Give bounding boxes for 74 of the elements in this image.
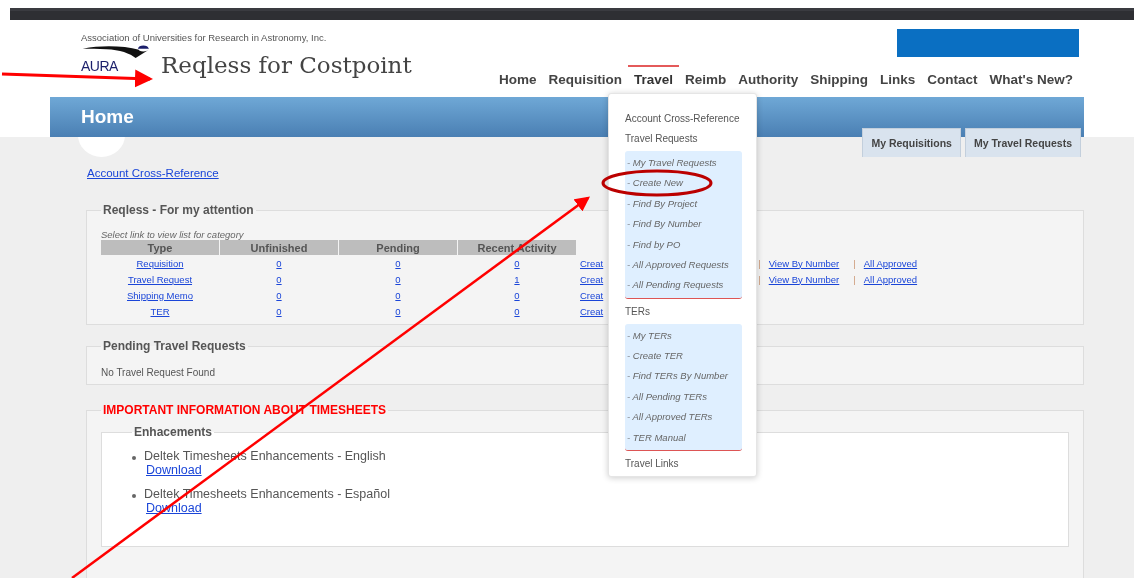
count-link[interactable]: 0	[514, 289, 520, 301]
bullet-icon	[132, 494, 136, 498]
tab[interactable]: My Travel Requests	[964, 128, 1081, 157]
nav-link[interactable]: Reimb	[679, 65, 733, 91]
count-link[interactable]: 0	[276, 305, 282, 317]
menu-item[interactable]: - Find By Project	[625, 193, 742, 215]
create-link[interactable]: Creat	[580, 305, 604, 317]
nav-link[interactable]: Requisition	[542, 65, 628, 91]
tab[interactable]: My Requisitions	[862, 128, 961, 157]
menu-item[interactable]: Travel Links	[625, 456, 679, 476]
type-link[interactable]: Travel Request	[127, 273, 193, 285]
count-link[interactable]: 0	[395, 273, 401, 285]
menu-item[interactable]: - All Approved TERs	[625, 407, 742, 428]
separator: |	[853, 273, 856, 285]
count-link[interactable]: 0	[276, 273, 282, 285]
count-link[interactable]: 0	[395, 305, 401, 317]
menu-item[interactable]: - My TERs	[625, 325, 742, 347]
menu-item[interactable]: - All Pending TERs	[625, 386, 742, 408]
count-link[interactable]: 0	[514, 257, 520, 269]
column-header: Unfinished	[220, 240, 338, 255]
menu-item[interactable]: - All Approved Requests	[625, 254, 742, 276]
create-link[interactable]: Creat	[580, 289, 604, 301]
panel-title: Reqless - For my attention	[102, 203, 255, 217]
menu-item[interactable]: - Create New	[625, 173, 742, 194]
nav-link[interactable]: Travel	[627, 65, 679, 91]
organization-name: Association of Universities for Research in Astronomy, Inc.	[81, 32, 328, 43]
count-link[interactable]: 0	[276, 289, 282, 301]
type-link[interactable]: Shipping Memo	[127, 289, 193, 301]
column-header: Type	[101, 240, 219, 255]
account-link[interactable]: Account Cross-Reference	[87, 167, 219, 179]
count-link[interactable]: 0	[395, 257, 401, 269]
separator: |	[758, 257, 761, 269]
action-link[interactable]: All Approved	[863, 273, 918, 285]
bullet-icon	[132, 456, 136, 460]
nav-link[interactable]: Links	[874, 65, 922, 91]
menu-heading: Travel Requests	[625, 132, 698, 146]
menu-item[interactable]: - Create TER	[625, 346, 742, 367]
nav-link[interactable]: What's New?	[983, 65, 1079, 91]
menu-item[interactable]: - My Travel Requests	[625, 152, 742, 174]
nav-link[interactable]: Authority	[732, 65, 805, 91]
menu-item[interactable]: - Find By Number	[625, 214, 742, 235]
download-link[interactable]: Download	[146, 463, 202, 477]
type-link[interactable]: TER	[150, 305, 170, 317]
menu-item[interactable]: - All Pending Requests	[625, 275, 742, 296]
hint-text: Select link to view list for category	[101, 229, 245, 240]
column-header: Pending	[339, 240, 457, 255]
separator: |	[853, 257, 856, 269]
swoosh-icon	[81, 45, 151, 59]
action-link[interactable]: View By Number	[768, 257, 840, 269]
logo[interactable]: AURA	[81, 45, 151, 73]
type-link[interactable]: Requisition	[136, 257, 184, 269]
menu-item[interactable]: Account Cross-Reference	[625, 111, 740, 131]
nav-link[interactable]: Shipping	[804, 65, 874, 91]
count-link[interactable]: 0	[514, 305, 520, 317]
menu-item[interactable]: - Find TERs By Number	[625, 366, 742, 387]
count-link[interactable]: 1	[514, 273, 520, 285]
page-title: Home	[81, 106, 134, 128]
header-button[interactable]	[897, 29, 1079, 57]
menu-item[interactable]: - Find by PO	[625, 234, 742, 255]
nav-link[interactable]: Contact	[921, 65, 984, 91]
count-link[interactable]: 0	[276, 257, 282, 269]
count-link[interactable]: 0	[395, 289, 401, 301]
app-title: Reqless for Costpoint	[161, 51, 412, 79]
action-link[interactable]: View By Number	[768, 273, 840, 285]
menu-heading: TERs	[625, 304, 650, 319]
create-link[interactable]: Creat	[580, 273, 604, 285]
create-link[interactable]: Creat	[580, 257, 604, 269]
empty-message: No Travel Request Found	[101, 367, 215, 378]
separator: |	[758, 273, 761, 285]
menu-item[interactable]: - TER Manual	[625, 427, 742, 449]
nav-link[interactable]: Home	[492, 65, 543, 91]
action-link[interactable]: All Approved	[863, 257, 918, 269]
panel-title: Enhacements	[133, 425, 214, 439]
panel-title: Pending Travel Requests	[102, 339, 247, 353]
